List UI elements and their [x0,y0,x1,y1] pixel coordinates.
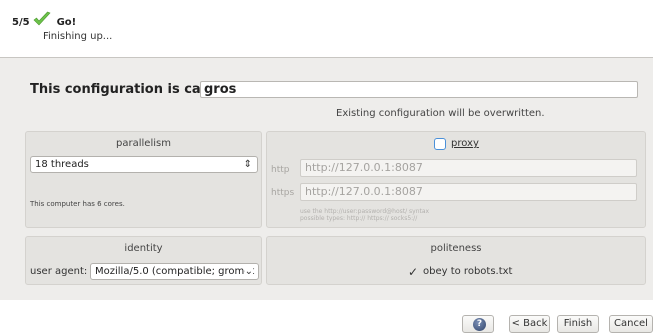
cores-note: This computer has 6 cores. [30,200,125,208]
step-subtitle: Finishing up... [43,31,113,42]
https-label: https [271,188,295,198]
https-proxy-input[interactable]: http://127.0.0.1:8087 [300,183,637,201]
step-title: Go! [56,16,77,28]
config-name-input[interactable]: gros [200,81,638,98]
overwrite-note: Existing configuration will be overwritt… [336,108,545,119]
cancel-button[interactable]: Cancel [609,315,653,333]
proxy-checkbox[interactable] [434,138,446,150]
help-icon: ? [473,318,486,331]
proxy-label[interactable]: proxy [451,138,479,149]
http-proxy-input[interactable]: http://127.0.0.1:8087 [300,159,637,177]
identity-title: identity [124,243,163,254]
threads-value: 18 threads [35,159,89,170]
chevron-down-icon: ⌄ [244,264,253,279]
user-agent-value: Mozilla/5.0 (compatible; gromot [95,266,255,277]
step-line: 5/5 Go! [12,11,77,30]
finish-button[interactable]: Finish [557,315,599,333]
back-button[interactable]: < Back [509,315,550,333]
help-button[interactable]: ? [462,315,494,333]
identity-group: identity user agent: Mozilla/5.0 (compat… [25,236,262,285]
threads-select[interactable]: 18 threads ⇕ [30,156,258,173]
parallelism-title: parallelism [116,138,171,149]
parallelism-group: parallelism 18 threads ⇕ This computer h… [25,131,262,228]
proxy-hint-line2: possible types: http:// https:// socks5:… [300,215,418,222]
wizard-page: This configuration is called: gros Exist… [0,58,653,300]
spin-arrows-icon: ⇕ [243,159,252,170]
green-checkmark-icon [33,11,51,27]
user-agent-select[interactable]: Mozilla/5.0 (compatible; gromot ⌄ [90,263,259,280]
proxy-group: proxy http http://127.0.0.1:8087 https h… [266,131,646,228]
step-counter: 5/5 [12,16,30,28]
robots-checkbox[interactable]: ✓ [407,266,419,278]
http-label: http [271,165,290,175]
politeness-title: politeness [430,243,482,254]
politeness-group: politeness ✓ obey to robots.txt [266,236,646,285]
wizard-header: 5/5 Go! Finishing up... [0,0,653,58]
user-agent-label: user agent: [30,266,88,277]
robots-label[interactable]: obey to robots.txt [423,266,512,277]
